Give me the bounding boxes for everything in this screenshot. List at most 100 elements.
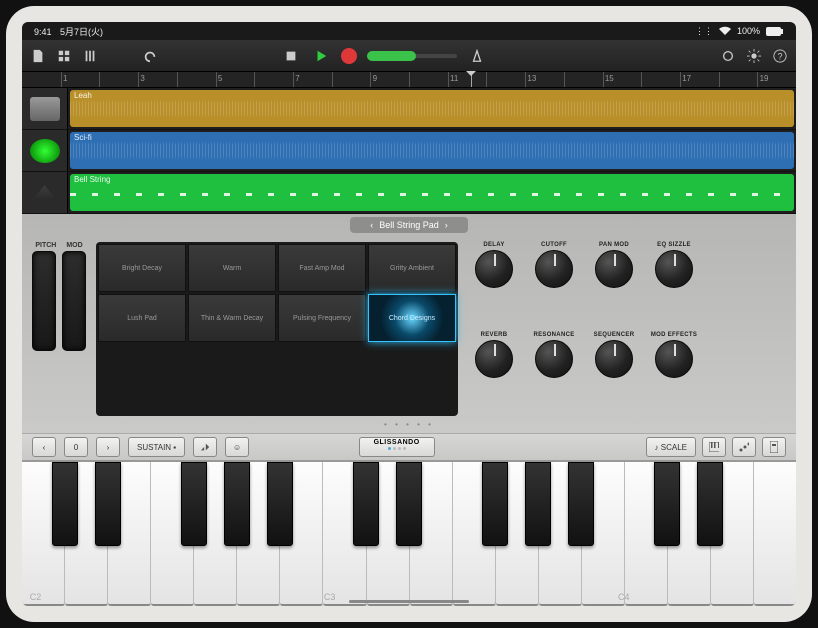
sustain-button[interactable]: SUSTAIN ▪ bbox=[128, 437, 185, 457]
knob-resonance[interactable] bbox=[535, 340, 573, 378]
black-key[interactable] bbox=[224, 462, 250, 546]
knob-label: EQ SIZZLE bbox=[657, 242, 691, 248]
track-row[interactable]: Sci-fi bbox=[22, 130, 796, 172]
octave-up-button[interactable]: › bbox=[96, 437, 120, 457]
black-key[interactable] bbox=[52, 462, 78, 546]
glissando-label: GLISSANDO bbox=[374, 439, 420, 446]
black-key[interactable] bbox=[95, 462, 121, 546]
stop-button[interactable] bbox=[281, 46, 301, 66]
page-indicator[interactable]: • • • • • bbox=[22, 418, 796, 433]
play-button[interactable] bbox=[311, 46, 331, 66]
keyboard-size-button[interactable] bbox=[762, 437, 786, 457]
master-volume-slider[interactable] bbox=[367, 54, 457, 58]
region-label: Bell String bbox=[74, 175, 110, 184]
glissando-button[interactable]: GLISSANDO bbox=[359, 437, 435, 457]
knob-eq-sizzle[interactable] bbox=[655, 250, 693, 288]
loop-button[interactable] bbox=[718, 46, 738, 66]
knob-mod-effects[interactable] bbox=[655, 340, 693, 378]
pad-gritty-ambient[interactable]: Gritty Ambient bbox=[368, 244, 456, 292]
midi-region[interactable]: Bell String bbox=[70, 174, 794, 211]
timeline-ruler[interactable]: 135791113151719 bbox=[22, 72, 796, 88]
arpeggiator-button[interactable] bbox=[702, 437, 726, 457]
pad-pulsing-frequency[interactable]: Pulsing Frequency bbox=[278, 294, 366, 342]
knob-sequencer[interactable] bbox=[595, 340, 633, 378]
settings-button[interactable] bbox=[744, 46, 764, 66]
knob-label: RESONANCE bbox=[533, 332, 574, 338]
patch-selector[interactable]: ‹ Bell String Pad › bbox=[350, 217, 468, 233]
knob-label: SEQUENCER bbox=[594, 332, 635, 338]
pitch-label: PITCH bbox=[35, 242, 56, 249]
black-key[interactable] bbox=[396, 462, 422, 546]
mod-label: MOD bbox=[66, 242, 82, 249]
knob-label: DELAY bbox=[483, 242, 504, 248]
browser-button[interactable] bbox=[54, 46, 74, 66]
black-key[interactable] bbox=[267, 462, 293, 546]
track-row[interactable]: Bell String bbox=[22, 172, 796, 214]
chevron-right-icon: › bbox=[445, 220, 448, 230]
audio-region[interactable]: Sci-fi bbox=[70, 132, 794, 169]
pad-chord-designs[interactable]: Chord Designs bbox=[368, 294, 456, 342]
region-label: Leah bbox=[74, 91, 92, 100]
knob-label: MOD EFFECTS bbox=[651, 332, 697, 338]
octave-down-button[interactable]: ‹ bbox=[32, 437, 56, 457]
knob-cutoff[interactable] bbox=[535, 250, 573, 288]
svg-text:?: ? bbox=[778, 51, 783, 61]
keyboard-layout-button[interactable]: ☺ bbox=[225, 437, 249, 457]
home-indicator[interactable] bbox=[349, 600, 469, 603]
black-key[interactable] bbox=[181, 462, 207, 546]
playhead[interactable] bbox=[471, 72, 472, 87]
pad-warm[interactable]: Warm bbox=[188, 244, 276, 292]
help-button[interactable]: ? bbox=[770, 46, 790, 66]
piano-keyboard[interactable]: C2 C3 C4 bbox=[22, 461, 796, 606]
black-key[interactable] bbox=[654, 462, 680, 546]
mod-wheel[interactable] bbox=[62, 251, 86, 351]
knob-grid: DELAY CUTOFF PAN MOD EQ SIZZLE REVERB RE… bbox=[468, 242, 700, 416]
main-toolbar: ? bbox=[22, 40, 796, 72]
tracks-area: Leah Sci-fi Bell String bbox=[22, 88, 796, 214]
region-label: Sci-fi bbox=[74, 133, 92, 142]
chord-strips-button[interactable] bbox=[732, 437, 756, 457]
track-controls-button[interactable] bbox=[80, 46, 100, 66]
undo-button[interactable] bbox=[140, 46, 160, 66]
track-header[interactable] bbox=[22, 172, 68, 213]
knob-reverb[interactable] bbox=[475, 340, 513, 378]
knob-label: REVERB bbox=[481, 332, 508, 338]
black-key[interactable] bbox=[482, 462, 508, 546]
pad-lush-pad[interactable]: Lush Pad bbox=[98, 294, 186, 342]
transport-controls bbox=[281, 46, 487, 66]
smart-pad-grid: Bright Decay Warm Fast Amp Mod Gritty Am… bbox=[96, 242, 458, 416]
black-key[interactable] bbox=[697, 462, 723, 546]
black-key[interactable] bbox=[353, 462, 379, 546]
status-bar: 9:41 5月7日(火) ⋮⋮ 100% bbox=[22, 22, 796, 40]
audio-region[interactable]: Leah bbox=[70, 90, 794, 127]
black-key[interactable] bbox=[568, 462, 594, 546]
black-key[interactable] bbox=[525, 462, 551, 546]
record-button[interactable] bbox=[341, 48, 357, 64]
pad-fast-amp-mod[interactable]: Fast Amp Mod bbox=[278, 244, 366, 292]
battery-icon bbox=[766, 27, 784, 36]
keyboard-controls-bar: ‹ 0 › SUSTAIN ▪ ☺ GLISSANDO ♪ SCALE bbox=[22, 433, 796, 461]
knob-delay[interactable] bbox=[475, 250, 513, 288]
chevron-left-icon: ‹ bbox=[370, 220, 373, 230]
instrument-panel: ‹ Bell String Pad › PITCH MOD bbox=[22, 214, 796, 606]
my-songs-button[interactable] bbox=[28, 46, 48, 66]
velocity-button[interactable] bbox=[193, 437, 217, 457]
pad-bright-decay[interactable]: Bright Decay bbox=[98, 244, 186, 292]
pitch-wheel[interactable] bbox=[32, 251, 56, 351]
wifi-icon: ⋮⋮ bbox=[695, 26, 713, 37]
knob-pan-mod[interactable] bbox=[595, 250, 633, 288]
knob-label: PAN MOD bbox=[599, 242, 629, 248]
pad-thin-warm-decay[interactable]: Thin & Warm Decay bbox=[188, 294, 276, 342]
metronome-button[interactable] bbox=[467, 46, 487, 66]
white-key[interactable] bbox=[754, 462, 796, 606]
track-row[interactable]: Leah bbox=[22, 88, 796, 130]
status-time: 9:41 bbox=[34, 27, 52, 37]
wifi-icon bbox=[719, 26, 731, 36]
patch-name: Bell String Pad bbox=[379, 220, 439, 230]
track-header[interactable] bbox=[22, 130, 68, 171]
octave-display: 0 bbox=[64, 437, 88, 457]
battery-pct: 100% bbox=[737, 26, 760, 36]
status-date: 5月7日(火) bbox=[60, 27, 103, 37]
scale-button[interactable]: ♪ SCALE bbox=[646, 437, 696, 457]
track-header[interactable] bbox=[22, 88, 68, 129]
